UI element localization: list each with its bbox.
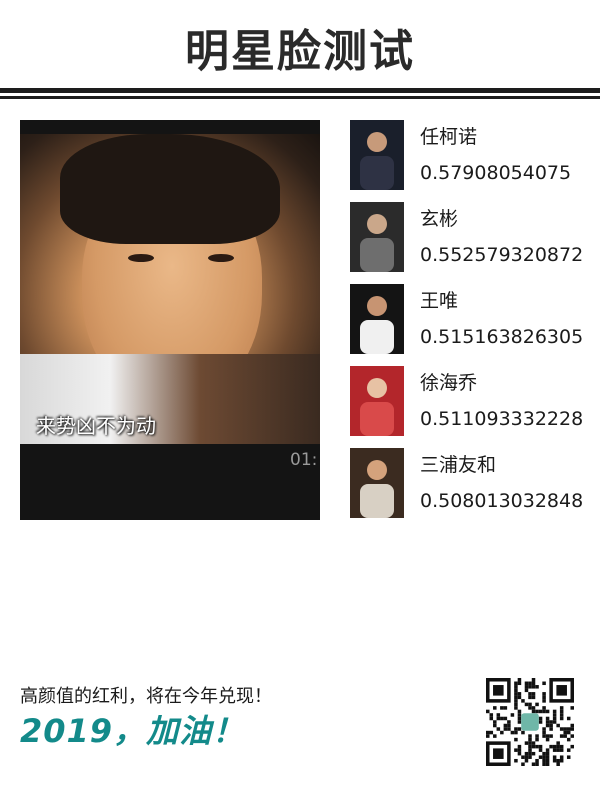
portrait-icon <box>350 448 404 518</box>
match-avatar <box>350 284 404 354</box>
match-item[interactable]: 三浦友和 0.508013032848 <box>350 448 590 518</box>
match-score: 0.511093332228 <box>420 408 584 430</box>
match-avatar <box>350 202 404 272</box>
qr-code-graphic <box>486 678 574 766</box>
match-item[interactable]: 王唯 0.515163826305 <box>350 284 590 354</box>
left-eye <box>128 254 154 262</box>
portrait-icon <box>350 120 404 190</box>
hair-shape <box>60 134 280 244</box>
slogan-text: 高颜值的红利，将在今年兑现！ <box>20 686 272 707</box>
match-score: 0.57908054075 <box>420 162 572 184</box>
match-score: 0.508013032848 <box>420 490 584 512</box>
header-divider-thick <box>0 88 600 93</box>
match-item[interactable]: 任柯诺 0.57908054075 <box>350 120 590 190</box>
match-avatar <box>350 120 404 190</box>
match-name: 任柯诺 <box>420 126 478 148</box>
match-score: 0.515163826305 <box>420 326 584 348</box>
portrait-icon <box>350 202 404 272</box>
match-name: 徐海乔 <box>420 372 478 394</box>
video-player[interactable]: 来势凶不为动 01: <box>20 120 320 520</box>
page-title: 明星脸测试 <box>185 26 415 77</box>
right-eye <box>208 254 234 262</box>
video-subtitle: 来势凶不为动 <box>36 414 156 438</box>
match-name: 王唯 <box>420 290 459 312</box>
match-avatar <box>350 448 404 518</box>
portrait-icon <box>350 366 404 436</box>
match-item[interactable]: 徐海乔 0.511093332228 <box>350 366 590 436</box>
match-score: 0.552579320872 <box>420 244 584 266</box>
match-name: 三浦友和 <box>420 454 497 476</box>
header-divider-thin <box>0 96 600 99</box>
match-item[interactable]: 玄彬 0.552579320872 <box>350 202 590 272</box>
video-frame: 来势凶不为动 <box>20 134 320 444</box>
qr-code-icon <box>486 678 574 766</box>
match-name: 玄彬 <box>420 208 459 230</box>
tagline-text: 2019，加油！ <box>20 712 246 750</box>
match-avatar <box>350 366 404 436</box>
video-timestamp: 01: <box>290 450 318 470</box>
portrait-icon <box>350 284 404 354</box>
